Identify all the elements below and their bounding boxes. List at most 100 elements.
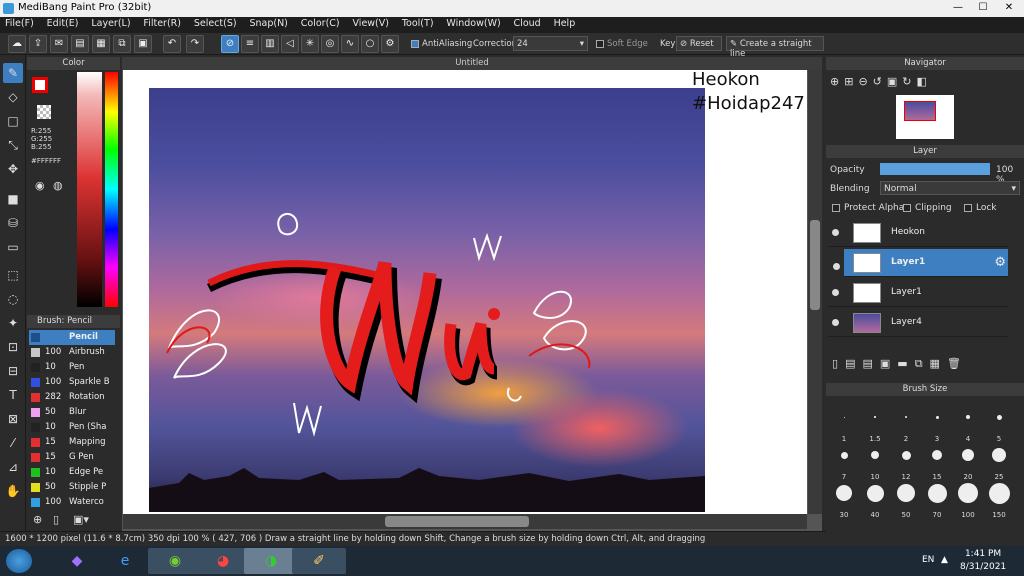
navigator-preview[interactable] (896, 95, 954, 139)
brush-size-option[interactable]: 2 (892, 403, 920, 443)
new-document-icon[interactable]: ▤ (71, 35, 89, 53)
eye-icon[interactable] (832, 319, 839, 326)
foreground-color-swatch[interactable] (32, 77, 48, 93)
layer-actions[interactable]: ▯▤▤▣▬⧉▦🗑 (832, 357, 968, 371)
add-brush-icon[interactable]: ⊕ (33, 513, 42, 526)
eye-icon[interactable] (833, 263, 840, 270)
brush-item[interactable]: 50 Blur (29, 405, 115, 420)
layer-row[interactable]: Layer4 (828, 309, 1008, 337)
brush-size-option[interactable]: 10 (861, 441, 889, 481)
start-button[interactable] (6, 549, 32, 573)
brush-page-icon[interactable]: ▯ (53, 513, 59, 526)
brush-tool-icon[interactable]: ✎ (3, 63, 23, 83)
grid-snap-icon[interactable]: ▥ (261, 35, 279, 53)
operation-tool-icon[interactable]: ⊠ (3, 409, 23, 429)
menu-snap[interactable]: Snap(N) (244, 17, 292, 30)
color-brightness-slider[interactable] (77, 72, 102, 307)
brush-item[interactable]: 50 Stipple P (29, 480, 115, 495)
magic-wand-tool-icon[interactable]: ✦ (3, 313, 23, 333)
hue-slider[interactable] (105, 72, 118, 307)
curve-snap-icon[interactable]: ∿ (341, 35, 359, 53)
snap-settings-icon[interactable]: ⚙ (381, 35, 399, 53)
brush-size-option[interactable]: 40 (861, 479, 889, 519)
bucket-tool-icon[interactable]: ⛁ (3, 213, 23, 233)
palette-icon[interactable]: ◉ (35, 179, 45, 192)
brush-size-option[interactable]: 4 (954, 403, 982, 443)
horizontal-scroll-thumb[interactable] (385, 516, 529, 527)
brush-size-option[interactable]: 70 (923, 479, 951, 519)
layer-row[interactable]: Layer1 ⚙ (844, 249, 1008, 277)
visual-studio-icon[interactable]: ◆ (50, 548, 104, 574)
hand-tool-icon[interactable]: ✋ (3, 481, 23, 501)
brush-item[interactable]: 100 Sparkle B (29, 375, 115, 390)
opacity-slider[interactable] (880, 163, 990, 175)
brush-size-option[interactable]: 50 (892, 479, 920, 519)
menu-help[interactable]: Help (549, 17, 581, 30)
brush-item[interactable]: 10 Pen (Sha (29, 420, 115, 435)
export-icon[interactable]: ▣ (134, 35, 152, 53)
chrome-icon[interactable]: ◕ (196, 548, 250, 574)
brush-size-option[interactable]: 30 (830, 479, 858, 519)
brush-item[interactable]: 10 Pen (29, 360, 115, 375)
frame-tool-icon[interactable]: ⊿ (3, 457, 23, 477)
correction-select[interactable]: 24 ▾ (513, 36, 588, 51)
language-indicator[interactable]: EN (922, 555, 934, 565)
menu-layer[interactable]: Layer(L) (86, 17, 135, 30)
menu-cloud[interactable]: Cloud (509, 17, 546, 30)
brush-menu-icon[interactable]: ▣▾ (73, 513, 89, 526)
ellipse-snap-icon[interactable]: ○ (361, 35, 379, 53)
move-tool-icon[interactable]: ✥ (3, 159, 23, 179)
brush-item[interactable]: Pencil (29, 330, 115, 345)
lock-checkbox[interactable] (964, 204, 972, 212)
snap-off-icon[interactable]: ⊘ (221, 35, 239, 53)
text-tool-icon[interactable]: T (3, 385, 23, 405)
brush-size-option[interactable]: 12 (892, 441, 920, 481)
soft-edge-checkbox[interactable] (596, 40, 604, 48)
brush-size-option[interactable]: 25 (985, 441, 1013, 481)
paint-app-icon[interactable]: ✐ (292, 548, 346, 574)
gradient-tool-icon[interactable]: ▭ (3, 237, 23, 257)
select-rect-tool-icon[interactable]: ⬚ (3, 265, 23, 285)
brush-item[interactable]: 100 Waterco (29, 495, 115, 510)
brush-item[interactable]: 10 Edge Pe (29, 465, 115, 480)
straight-line-button[interactable]: ✎ Create a straight line (726, 36, 824, 59)
brush-size-option[interactable]: 15 (923, 441, 951, 481)
layer-row[interactable]: Heokon (828, 219, 1008, 247)
camera-app-icon[interactable]: ◉ (148, 548, 202, 574)
menu-filter[interactable]: Filter(R) (138, 17, 186, 30)
gear-icon[interactable]: ⚙ (994, 255, 1006, 270)
transparent-color-swatch[interactable] (37, 105, 51, 119)
brush-size-option[interactable]: 3 (923, 403, 951, 443)
eye-icon[interactable] (832, 229, 839, 236)
layer-row[interactable]: Layer1 (828, 279, 1008, 307)
redo-icon[interactable]: ↷ (186, 35, 204, 53)
select-eraser-tool-icon[interactable]: ⊟ (3, 361, 23, 381)
layers-icon[interactable]: ⧉ (113, 35, 131, 53)
save-icon[interactable]: ▦ (92, 35, 110, 53)
brush-size-option[interactable]: 1 (830, 403, 858, 443)
brush-item[interactable]: 100 Airbrush (29, 345, 115, 360)
eyedropper-tool-icon[interactable]: ⁄ (3, 433, 23, 453)
antialiasing-checkbox[interactable] (411, 40, 419, 48)
rectangle-tool-icon[interactable]: □ (3, 111, 23, 131)
share-icon[interactable]: ⇪ (29, 35, 47, 53)
brush-item[interactable]: 15 Mapping (29, 435, 115, 450)
circle-snap-icon[interactable]: ◎ (321, 35, 339, 53)
brush-size-option[interactable]: 7 (830, 441, 858, 481)
menu-edit[interactable]: Edit(E) (42, 17, 84, 30)
radial-snap-icon[interactable]: ✳ (301, 35, 319, 53)
brush-size-option[interactable]: 150 (985, 479, 1013, 519)
protect-alpha-checkbox[interactable] (832, 204, 840, 212)
brush-size-option[interactable]: 5 (985, 403, 1013, 443)
menu-select[interactable]: Select(S) (189, 17, 242, 30)
brush-size-option[interactable]: 1.5 (861, 403, 889, 443)
eraser-tool-icon[interactable]: ◇ (3, 87, 23, 107)
medibang-taskbar-icon[interactable]: ◑ (244, 548, 298, 574)
dotpen-tool-icon[interactable]: ⤡ (3, 135, 23, 155)
maximize-button[interactable]: ☐ (970, 0, 996, 15)
parallel-snap-icon[interactable]: ≡ (241, 35, 259, 53)
clipping-checkbox[interactable] (903, 204, 911, 212)
lasso-tool-icon[interactable]: ◌ (3, 289, 23, 309)
vertical-scrollbar[interactable] (808, 70, 822, 514)
menu-view[interactable]: View(V) (348, 17, 394, 30)
